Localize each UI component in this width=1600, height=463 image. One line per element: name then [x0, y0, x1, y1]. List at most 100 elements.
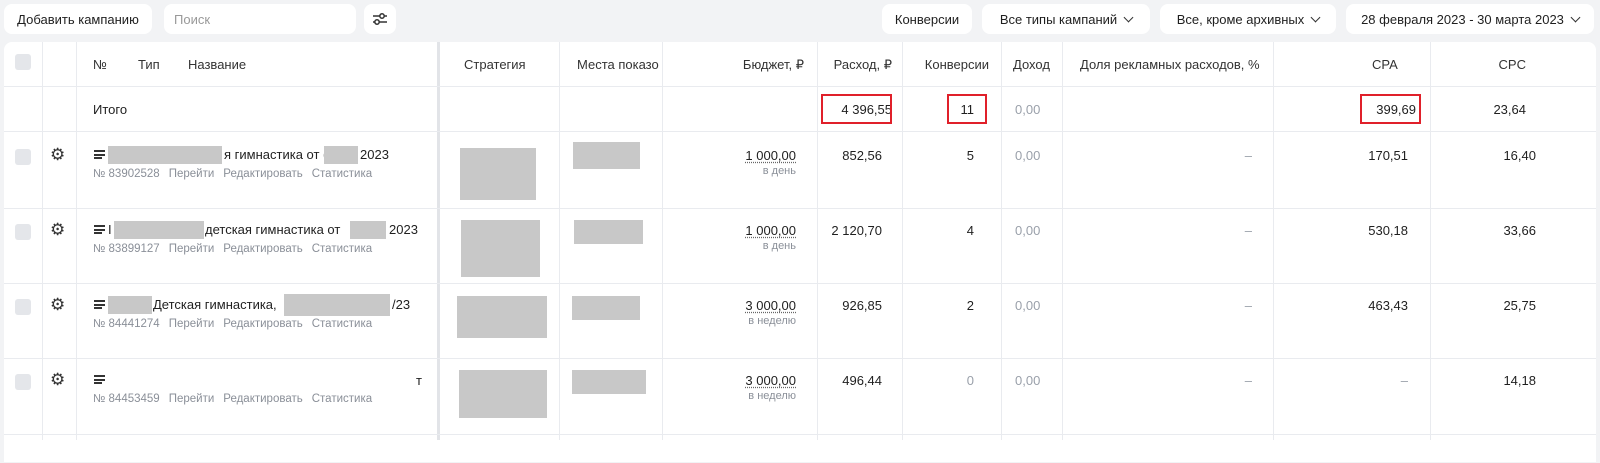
select-all-checkbox[interactable]: [15, 54, 31, 70]
column-header-spend[interactable]: Расход, ₽: [824, 57, 892, 73]
redacted-strategy: [460, 148, 536, 200]
text-campaign-icon: [94, 150, 105, 159]
campaign-budget[interactable]: 1 000,00 в день: [684, 148, 796, 177]
text-campaign-icon: [94, 225, 105, 234]
redacted-name: [284, 294, 390, 316]
total-label: Итого: [93, 102, 128, 117]
campaign-name-suffix: т: [416, 373, 422, 388]
column-header-strategy[interactable]: Стратегия: [464, 57, 526, 72]
campaign-name-suffix: 2023: [360, 147, 389, 162]
add-campaign-button[interactable]: Добавить кампанию: [4, 4, 152, 34]
campaign-cpc: 16,40: [1503, 148, 1536, 163]
campaign-cpc: 14,18: [1503, 373, 1536, 388]
campaign-spend: 852,56: [842, 148, 882, 163]
campaign-cpc: 25,75: [1503, 298, 1536, 313]
table-row[interactable]: ⚙ я гимнастика от ( 2023 № 83902528 Перей…: [4, 132, 1596, 209]
text-campaign-icon: [94, 375, 105, 384]
table-row[interactable]: ⚙ I детская гимнастика от 2023 № 8389912…: [4, 209, 1596, 284]
campaign-ad-share: –: [1244, 223, 1252, 238]
campaign-cpa: 170,51: [1368, 148, 1408, 163]
redacted-name: [108, 146, 222, 164]
edit-link[interactable]: Редактировать: [223, 168, 302, 180]
total-cpc: 23,64: [1493, 102, 1526, 117]
column-header-type[interactable]: Тип: [138, 57, 160, 72]
gear-icon[interactable]: ⚙: [50, 296, 65, 313]
stats-link[interactable]: Статистика: [312, 393, 372, 405]
campaign-conversions: 4: [966, 223, 974, 238]
edit-link[interactable]: Редактировать: [223, 393, 302, 405]
campaign-links: № 83902528 Перейти Редактировать Статистика: [93, 168, 381, 180]
edit-link[interactable]: Редактировать: [223, 243, 302, 255]
stats-link[interactable]: Статистика: [312, 243, 372, 255]
stats-link[interactable]: Статистика: [312, 168, 372, 180]
filter-settings-button[interactable]: [364, 4, 396, 34]
row-checkbox[interactable]: [15, 299, 31, 315]
chevron-down-icon: [1310, 12, 1321, 22]
column-header-num[interactable]: №: [93, 57, 107, 72]
campaign-budget[interactable]: 3 000,00 в неделю: [684, 298, 796, 327]
highlight-box: [947, 94, 987, 124]
campaign-revenue: 0,00: [1015, 148, 1041, 163]
go-link[interactable]: Перейти: [169, 168, 215, 180]
column-header-placements[interactable]: Места показо: [577, 57, 659, 72]
redacted-strategy: [459, 370, 547, 418]
campaign-conversions: 5: [966, 148, 974, 163]
campaign-name-prefix: I: [108, 222, 112, 237]
redacted-name: [108, 296, 152, 314]
date-range-select[interactable]: 28 февраля 2023 - 30 марта 2023: [1346, 4, 1594, 34]
column-header-name[interactable]: Название: [188, 57, 246, 72]
campaign-types-select[interactable]: Все типы кампаний: [982, 4, 1150, 34]
column-header-revenue[interactable]: Доход: [1013, 57, 1050, 72]
campaign-revenue: 0,00: [1015, 223, 1041, 238]
go-link[interactable]: Перейти: [169, 318, 215, 330]
archive-filter-select[interactable]: Все, кроме архивных: [1160, 4, 1336, 34]
campaigns-table: № Тип Название Стратегия Места показо Бю…: [4, 42, 1596, 462]
total-revenue: 0,00: [1015, 102, 1041, 117]
redacted-strategy: [461, 220, 540, 277]
redacted-placements: [574, 220, 643, 244]
gear-icon[interactable]: ⚙: [50, 221, 65, 238]
edit-link[interactable]: Редактировать: [223, 318, 302, 330]
column-header-ad-share[interactable]: Доля рекламных расходов, %: [1080, 57, 1260, 72]
redacted-name: [324, 146, 358, 164]
chevron-down-icon: [1123, 12, 1134, 22]
column-header-cpc[interactable]: CPC: [1444, 57, 1526, 72]
campaign-conversions: 2: [966, 298, 974, 313]
campaign-id: № 84441274: [93, 318, 160, 330]
campaign-name[interactable]: детская гимнастика от: [205, 222, 340, 237]
stats-link[interactable]: Статистика: [312, 318, 372, 330]
gear-icon[interactable]: ⚙: [50, 371, 65, 388]
gear-icon[interactable]: ⚙: [50, 146, 65, 163]
table-header: № Тип Название Стратегия Места показо Бю…: [4, 42, 1596, 87]
row-checkbox[interactable]: [15, 149, 31, 165]
table-row[interactable]: ⚙ Детская гимнастика, /23 № 84441274 Пере…: [4, 284, 1596, 359]
conversions-button[interactable]: Конверсии: [882, 4, 972, 34]
column-header-budget[interactable]: Бюджет, ₽: [684, 57, 804, 73]
campaign-budget[interactable]: 3 000,00 в неделю: [684, 373, 796, 402]
column-header-cpa[interactable]: CPA: [1372, 57, 1398, 72]
campaign-id: № 84453459: [93, 393, 160, 405]
campaign-links: № 83899127 Перейти Редактировать Статистика: [93, 243, 381, 255]
campaign-cpa: 530,18: [1368, 223, 1408, 238]
column-header-conversions[interactable]: Конверсии: [904, 57, 989, 72]
redacted-name: [114, 221, 204, 239]
campaign-name[interactable]: Детская гимнастика,: [153, 297, 277, 312]
campaign-budget[interactable]: 1 000,00 в день: [684, 223, 796, 252]
redacted-strategy: [457, 296, 547, 338]
redacted-name: [350, 221, 386, 239]
campaign-name[interactable]: я гимнастика от (: [224, 147, 327, 162]
table-row[interactable]: ⚙ т № 84453459 Перейти Редактировать Статис…: [4, 359, 1596, 435]
sliders-icon: [373, 13, 387, 25]
go-link[interactable]: Перейти: [169, 243, 215, 255]
campaign-ad-share: –: [1244, 148, 1252, 163]
go-link[interactable]: Перейти: [169, 393, 215, 405]
campaign-spend: 926,85: [842, 298, 882, 313]
search-input[interactable]: Поиск: [164, 4, 356, 34]
redacted-placements: [573, 142, 640, 169]
row-checkbox[interactable]: [15, 374, 31, 390]
campaign-name-suffix: 2023: [389, 222, 418, 237]
row-checkbox[interactable]: [15, 224, 31, 240]
total-row: Итого 4 396,55 11 0,00 399,69 23,64: [4, 87, 1596, 132]
campaign-ad-share: –: [1244, 298, 1252, 313]
campaign-revenue: 0,00: [1015, 298, 1041, 313]
